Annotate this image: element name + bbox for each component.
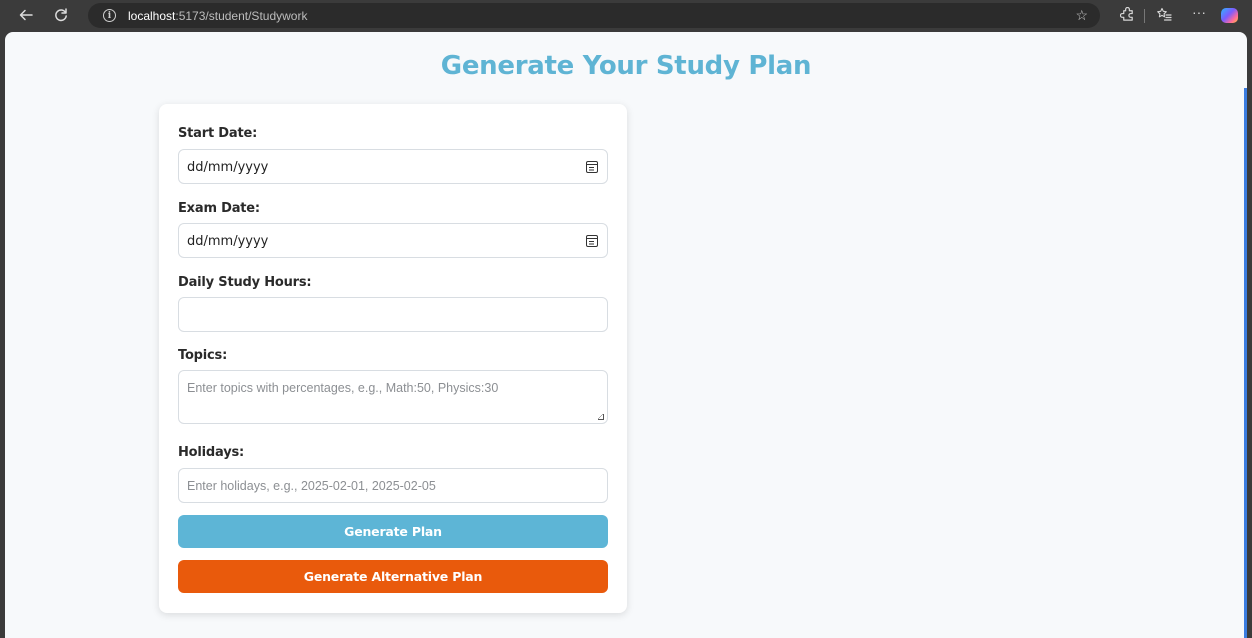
star-icon[interactable]: ☆ xyxy=(1075,7,1088,24)
generate-plan-button[interactable]: Generate Plan xyxy=(178,515,608,548)
scrollbar[interactable] xyxy=(1244,88,1247,638)
back-arrow-icon[interactable] xyxy=(17,6,35,24)
reload-icon[interactable] xyxy=(52,6,70,24)
extensions-icon[interactable] xyxy=(1119,6,1135,24)
start-date-input[interactable]: dd/mm/yyyy xyxy=(178,149,608,184)
holidays-input[interactable]: Enter holidays, e.g., 2025-02-01, 2025-0… xyxy=(178,468,608,503)
topics-label: Topics: xyxy=(178,348,228,363)
calendar-icon[interactable] xyxy=(586,235,598,247)
browser-toolbar: i localhost:5173/student/Studywork ☆ ··· xyxy=(0,0,1252,32)
topics-placeholder: Enter topics with percentages, e.g., Mat… xyxy=(187,381,499,395)
page-title: Generate Your Study Plan xyxy=(440,51,812,81)
holidays-placeholder: Enter holidays, e.g., 2025-02-01, 2025-0… xyxy=(187,479,436,493)
address-bar[interactable]: i localhost:5173/student/Studywork ☆ xyxy=(88,3,1100,28)
url-path: :5173/student/Studywork xyxy=(175,9,308,23)
start-date-value: dd/mm/yyyy xyxy=(187,160,269,175)
toolbar-divider xyxy=(1144,9,1145,23)
resize-handle-icon[interactable] xyxy=(598,414,604,420)
favorites-icon[interactable] xyxy=(1156,7,1172,24)
url-host: localhost xyxy=(128,9,176,23)
copilot-icon[interactable] xyxy=(1221,8,1238,23)
generate-alternative-plan-button[interactable]: Generate Alternative Plan xyxy=(178,560,608,593)
start-date-label: Start Date: xyxy=(178,126,258,141)
exam-date-input[interactable]: dd/mm/yyyy xyxy=(178,223,608,258)
exam-date-label: Exam Date: xyxy=(178,201,260,216)
url-text[interactable]: localhost:5173/student/Studywork xyxy=(128,9,307,23)
study-plan-form: Start Date: dd/mm/yyyy Exam Date: dd/mm/… xyxy=(159,104,627,613)
info-icon[interactable]: i xyxy=(103,9,116,22)
daily-study-hours-label: Daily Study Hours: xyxy=(178,275,312,290)
daily-study-hours-input[interactable] xyxy=(178,297,608,332)
calendar-icon[interactable] xyxy=(586,161,598,173)
more-icon[interactable]: ··· xyxy=(1192,5,1206,19)
holidays-label: Holidays: xyxy=(178,445,245,460)
topics-textarea[interactable]: Enter topics with percentages, e.g., Mat… xyxy=(178,370,608,424)
exam-date-value: dd/mm/yyyy xyxy=(187,234,269,249)
